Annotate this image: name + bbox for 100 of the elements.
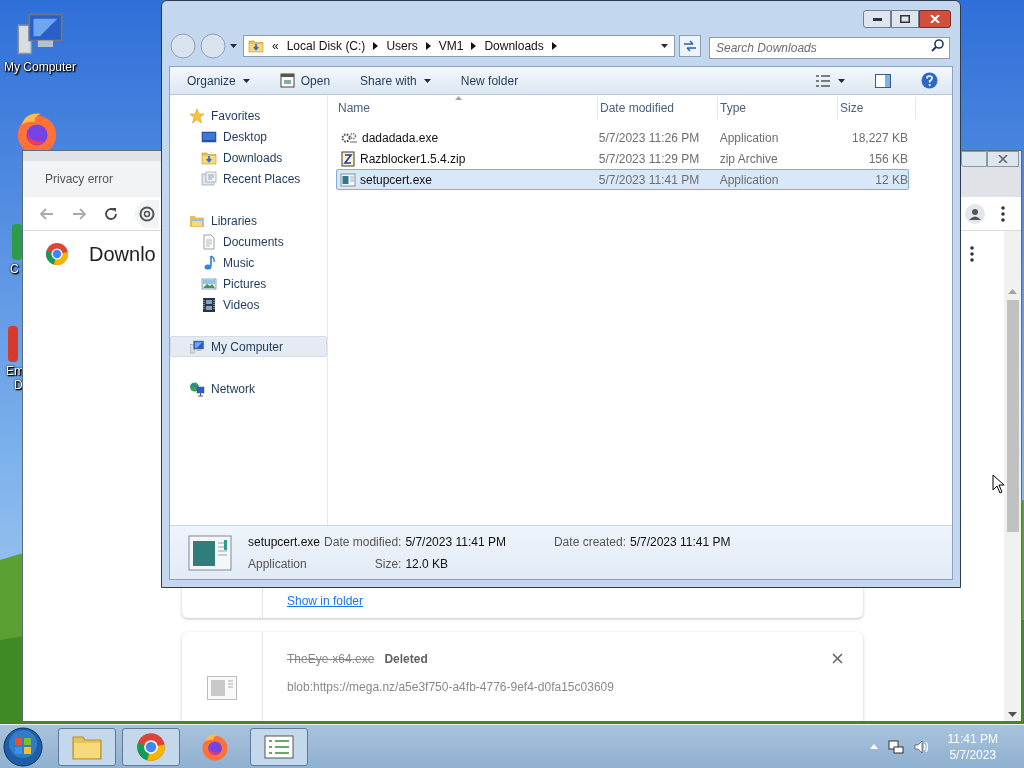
nav-item[interactable]: Documents [170,231,327,252]
chevron-right-icon [425,42,431,50]
taskbar-button[interactable] [58,727,116,766]
toolbar-menu-button[interactable]: Organize [187,71,250,90]
nav-item[interactable]: Libraries [170,210,327,231]
restore-icon [900,15,910,23]
view-options-icon[interactable] [816,74,830,87]
more-icon[interactable] [970,246,974,262]
column-header[interactable]: Date modified [598,97,718,119]
close-icon[interactable] [832,653,843,664]
film-icon [201,296,217,313]
chevron-right-icon [471,42,477,50]
breadcrumb-item[interactable]: Users [386,37,418,55]
close-icon [930,15,940,23]
file-row[interactable]: dadadada.exe 5/7/2023 11:26 PM Application 18,227 KB [336,127,909,148]
file-row[interactable]: setupcert.exe 5/7/2023 11:41 PM Application 12 KB [336,169,909,190]
volume-icon[interactable] [913,738,930,755]
chrome-icon [136,731,166,762]
recent-places-icon [201,170,217,187]
menu-icon[interactable] [1001,205,1005,222]
profile-icon[interactable] [965,203,985,224]
page-heading: Downlo [89,242,156,267]
restore-button[interactable] [961,151,987,167]
nav-item[interactable]: Favorites [170,105,327,126]
computer-icon [189,338,205,355]
file-name: setupcert.exe [360,171,433,189]
breadcrumb-overflow[interactable]: « [272,37,279,55]
nav-item[interactable]: Pictures [170,273,327,294]
start-button[interactable] [3,726,43,767]
search-icon [931,39,944,52]
preview-pane-icon[interactable] [875,73,891,88]
scroll-down-icon[interactable] [1008,712,1017,717]
show-in-folder-link[interactable]: Show in folder [287,594,364,608]
breadcrumb-item[interactable]: VM1 [438,37,464,55]
file-row[interactable]: Razblocker1.5.4.zip 5/7/2023 11:29 PM zip Archive 156 KB [336,148,909,169]
close-button[interactable] [987,151,1019,167]
firefox-icon [200,731,230,762]
column-header[interactable]: Size [838,97,916,119]
dropdown-caret-icon [423,78,431,83]
file-icon [207,676,237,700]
address-bar[interactable]: « Local Disk (C:) Users VM1 Downloads [243,35,675,57]
forward-icon[interactable] [71,205,87,222]
reload-icon[interactable] [103,205,119,222]
chrome-logo [45,242,69,266]
detail-value: 5/7/2023 11:41 PM [630,533,731,551]
nav-item[interactable]: Recent Places [170,168,327,189]
details-file-name: setupcert.exe [248,533,321,551]
refresh-icon [683,40,697,52]
application-icon [340,171,356,188]
network-icon[interactable] [887,738,904,755]
file-date: 5/7/2023 11:41 PM [597,171,701,189]
breadcrumb-item[interactable]: Downloads [484,37,544,55]
address-dropdown-icon [661,44,668,48]
application-icon [188,534,232,571]
nav-item[interactable]: Desktop [170,126,327,147]
nav-item[interactable]: Videos [170,294,327,315]
nav-item[interactable]: Music [170,252,327,273]
download-url: blob:https://mega.nz/a5e3f750-a4fb-4776-9ef4-d0fa15c03609 [287,679,615,696]
dropdown-caret-icon [838,78,845,83]
file-type: Application [718,129,780,147]
maximize-button[interactable] [891,10,919,28]
open-button[interactable]: Open [279,71,331,90]
nav-item[interactable]: Network [170,378,327,399]
toolbar-menu-button[interactable]: Share with [360,71,431,90]
file-size: 156 KB [867,150,908,168]
download-status: Deleted [384,651,428,668]
breadcrumb-item[interactable]: Local Disk (C:) [286,37,366,55]
scrollbar[interactable] [1004,231,1021,721]
file-type: Application [718,171,780,189]
file-type: zip Archive [718,150,779,168]
scrollbar-thumb[interactable] [1006,300,1019,532]
star-icon [189,107,205,124]
close-button[interactable] [919,10,951,28]
sort-arrow-icon [455,96,462,100]
taskbar-button[interactable] [122,727,180,766]
detail-label: Size: [373,555,402,573]
column-header[interactable]: Name [336,97,598,119]
zip-archive-icon [340,150,356,167]
new-folder-button[interactable]: New folder [460,71,519,90]
desktop-icon-label[interactable]: My Computer [4,60,77,74]
nav-item[interactable]: My Computer [170,336,327,357]
chevron-right-icon [551,42,557,50]
column-header[interactable]: Type [718,97,838,119]
taskbar-button[interactable] [250,727,308,766]
dropdown-caret-icon [242,78,250,83]
address-bar[interactable] [135,199,159,228]
desktop-icon [201,128,217,145]
refresh-button[interactable] [679,35,701,57]
minimize-button[interactable] [863,10,891,28]
help-icon[interactable] [921,72,938,89]
file-date: 5/7/2023 11:26 PM [597,129,701,147]
back-icon[interactable] [39,205,55,222]
list-icon [264,734,294,759]
chrome-icon [139,205,155,222]
minimize-icon [872,17,882,21]
nav-item[interactable]: Downloads [170,147,327,168]
pictures-icon [201,275,217,292]
browser-tab[interactable]: Privacy error [23,161,161,197]
search-field[interactable]: Search Downloads [709,37,950,59]
detail-label: Date created: [553,533,626,551]
